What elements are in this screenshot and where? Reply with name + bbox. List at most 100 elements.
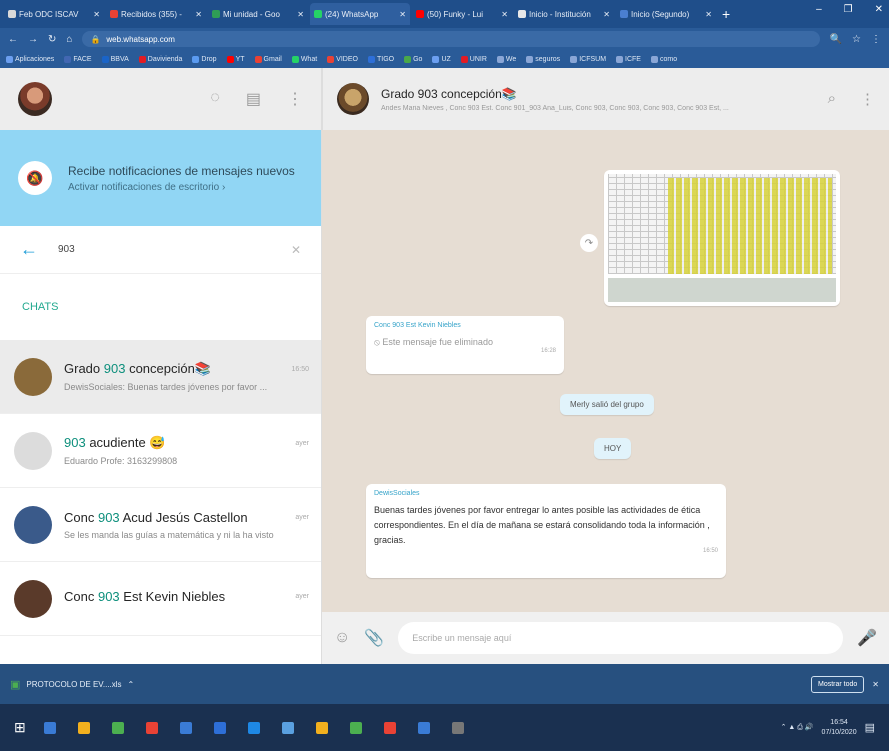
search-input[interactable]: 903 (58, 244, 271, 255)
taskbar-app-icon[interactable] (145, 721, 158, 734)
browser-tab[interactable]: Inicio (Segundo) ✕ (616, 3, 716, 25)
search-highlight: 903 (64, 435, 86, 450)
tab-close-icon[interactable]: ✕ (195, 10, 202, 19)
message-input[interactable]: Escribe un mensaje aquí (398, 622, 844, 654)
chat-preview: Se les manda las guías a matemática y ni… (64, 529, 274, 540)
bookmark-item[interactable]: UNIR (460, 55, 487, 63)
back-arrow-icon[interactable]: ← (20, 239, 38, 260)
new-tab-icon[interactable]: + (722, 6, 730, 22)
profile-avatar[interactable] (18, 82, 52, 116)
taskbar-app-icon[interactable] (77, 721, 90, 734)
chat-preview: Eduardo Profe: 3163299808 (64, 456, 178, 466)
taskbar-app-icon[interactable] (179, 721, 192, 734)
bookmark-item[interactable]: BBVA (101, 55, 129, 63)
browser-tab[interactable]: Recibidos (355) - ✕ (106, 3, 206, 25)
attach-icon[interactable]: 📎 (364, 628, 384, 648)
reload-icon[interactable]: ↻ (48, 34, 56, 45)
taskbar-app-icon[interactable] (417, 721, 430, 734)
bookmark-item[interactable]: Go (404, 55, 423, 63)
bookmark-item[interactable]: ICFSUM (570, 55, 606, 63)
bookmark-label: Davivienda (147, 55, 183, 63)
taskbar-app-icon[interactable] (247, 721, 260, 734)
zoom-icon[interactable]: 🔍 (830, 34, 842, 45)
bookmark-item[interactable]: YT (226, 55, 245, 63)
taskbar-app-icon[interactable] (383, 721, 396, 734)
menu-icon[interactable]: ⋮ (287, 89, 303, 109)
forward-icon[interactable]: ↷ (580, 234, 598, 252)
close-downloads-icon[interactable]: ✕ (872, 680, 879, 689)
taskbar-app-icon[interactable] (315, 721, 328, 734)
taskbar-app-icon[interactable] (43, 721, 56, 734)
tab-close-icon[interactable]: ✕ (93, 10, 100, 19)
maximize-icon[interactable]: ❐ (844, 4, 853, 15)
extensions-icon[interactable]: ⋮ (871, 34, 881, 45)
url-field[interactable]: 🔒 web.whatsapp.com (82, 31, 820, 47)
browser-tab[interactable]: Feb ODC ISCAV ✕ (4, 3, 104, 25)
tab-close-icon[interactable]: ✕ (501, 10, 508, 19)
bookmark-item[interactable]: Gmail (254, 55, 282, 63)
chat-avatar (14, 357, 52, 396)
emoji-icon[interactable]: ☺ (334, 629, 350, 647)
show-all-button[interactable]: Mostrar todo (811, 675, 865, 693)
forward-nav-icon[interactable]: → (28, 34, 38, 45)
image-message[interactable] (604, 170, 840, 306)
bookmark-item[interactable]: Drop (192, 55, 217, 63)
bookmark-item[interactable]: We (496, 55, 517, 63)
notification-center-icon[interactable]: ▤ (865, 721, 875, 734)
bookmark-label: Go (413, 55, 423, 63)
conversation-header[interactable]: Grado 903 concepción📚 Andes Maria Nieves… (322, 68, 889, 130)
star-icon[interactable]: ☆ (852, 34, 861, 45)
taskbar-app-icon[interactable] (213, 721, 226, 734)
bookmark-label: como (659, 55, 678, 63)
taskbar-app-icon[interactable] (281, 721, 294, 734)
search-icon[interactable]: ⌕ (828, 90, 836, 108)
bookmark-icon (404, 55, 412, 63)
browser-tab[interactable]: Mi unidad - Goo ✕ (208, 3, 308, 25)
lock-icon: 🔒 (90, 34, 101, 44)
bookmark-item[interactable]: VIDEO (327, 55, 358, 63)
menu-icon[interactable]: ⋮ (860, 90, 875, 108)
browser-tab[interactable]: (50) Funky - Lui ✕ (412, 3, 512, 25)
bookmark-item[interactable]: ICFE (616, 55, 641, 63)
notify-link[interactable]: Activar notificaciones de escritorio › (68, 182, 295, 193)
browser-tab[interactable]: Inicio - Institución ✕ (514, 3, 614, 25)
group-avatar[interactable] (337, 83, 369, 115)
tab-close-icon[interactable]: ✕ (399, 10, 406, 19)
minimize-icon[interactable]: – (816, 4, 822, 15)
tab-close-icon[interactable]: ✕ (603, 10, 610, 19)
chat-list-item[interactable]: Grado 903 concepción📚 16:50 DewisSociales:… (0, 340, 321, 414)
bookmark-item[interactable]: Davivienda (138, 55, 183, 63)
chat-list-item[interactable]: 903 acudiente 😅 ayer Eduardo Profe: 316329… (0, 414, 321, 488)
taskbar-app-icon[interactable] (451, 721, 464, 734)
chevron-up-icon[interactable]: ⌃ (128, 680, 135, 689)
clock[interactable]: 16:54 07/10/2020 (822, 718, 857, 738)
bookmark-item[interactable]: TIGO (367, 55, 394, 63)
microphone-icon[interactable]: 🎤 (857, 628, 877, 648)
bookmark-item[interactable]: Aplicaciones (6, 55, 54, 63)
clear-search-icon[interactable]: ✕ (291, 243, 301, 257)
notification-banner[interactable]: 🔕 Recibe notificaciones de mensajes nuev… (0, 130, 321, 226)
chat-list-item[interactable]: Conc 903 Est Kevin Niebles ayer (0, 562, 321, 636)
download-item[interactable]: ▣ PROTOCOLO DE EV....xls ⌃ (10, 678, 134, 691)
bookmark-item[interactable]: seguros (526, 55, 560, 63)
taskbar-app-icon[interactable] (111, 721, 124, 734)
tab-close-icon[interactable]: ✕ (297, 10, 304, 19)
tab-label: (24) WhatsApp (325, 9, 379, 19)
bookmark-item[interactable]: FACE (64, 55, 92, 63)
new-chat-icon[interactable]: ▤ (246, 89, 261, 109)
bookmark-item[interactable]: como (650, 55, 678, 63)
status-icon[interactable]: ◌ (210, 89, 220, 109)
chat-list-item[interactable]: Conc 903 Acud Jesús Castellon ayer Se les … (0, 488, 321, 562)
tray-icons[interactable]: ⌃ ▲ ⎙ 🔊 (781, 723, 814, 732)
back-nav-icon[interactable]: ← (8, 34, 18, 45)
home-icon[interactable]: ⌂ (66, 34, 72, 45)
bookmark-label: We (505, 55, 517, 63)
taskbar-app-icon[interactable] (349, 721, 362, 734)
windows-start-icon[interactable]: ⊞ (14, 719, 26, 736)
bookmark-item[interactable]: What (291, 55, 317, 63)
taskbar: ⊞ ⌃ ▲ ⎙ 🔊 16:54 07/10/2020 ▤ (0, 704, 889, 751)
bookmark-item[interactable]: UZ (432, 55, 451, 63)
browser-tab[interactable]: (24) WhatsApp ✕ (310, 3, 410, 25)
tab-close-icon[interactable]: ✕ (705, 10, 712, 19)
close-window-icon[interactable]: ✕ (875, 4, 883, 15)
